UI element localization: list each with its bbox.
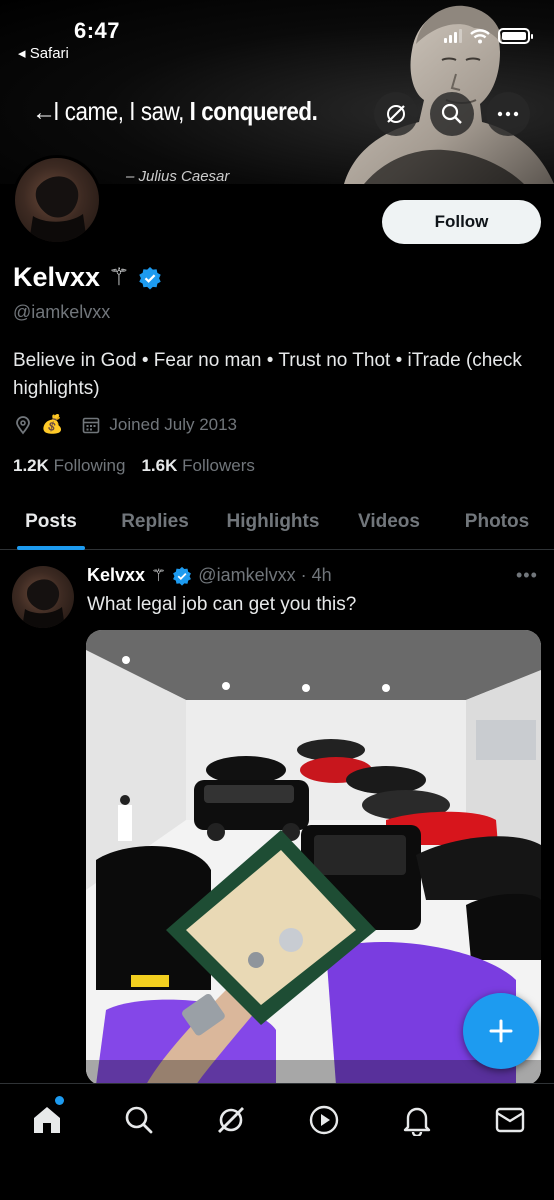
nav-messages[interactable] bbox=[490, 1100, 530, 1140]
notifications-icon bbox=[403, 1107, 431, 1136]
joined-date: Joined July 2013 bbox=[109, 414, 238, 434]
profile-tabs: Posts Replies Highlights Videos Photos bbox=[0, 494, 554, 550]
verified-badge-icon[interactable] bbox=[138, 266, 162, 290]
profile-meta: 💰 Joined July 2013 bbox=[13, 414, 237, 435]
battery-icon bbox=[498, 28, 533, 44]
caduceus-emoji: ⚚ bbox=[108, 264, 130, 291]
grok-button[interactable] bbox=[374, 92, 418, 136]
search-icon bbox=[125, 1106, 153, 1134]
post-author-name[interactable]: Kelvxx bbox=[87, 565, 145, 586]
banner-author: – Julius Caesar bbox=[126, 168, 230, 184]
tab-replies[interactable]: Replies bbox=[110, 494, 200, 550]
more-options-button[interactable] bbox=[486, 92, 530, 136]
location-icon bbox=[16, 415, 30, 434]
profile-bio: Believe in God • Fear no man • Trust no … bbox=[13, 350, 522, 399]
calendar-icon bbox=[83, 417, 100, 433]
nav-home[interactable] bbox=[27, 1100, 67, 1140]
avatar-image bbox=[29, 176, 87, 242]
post-author-avatar[interactable] bbox=[12, 566, 74, 628]
post-header: Kelvxx ⚚ @iamkelvxx · 4h bbox=[87, 565, 332, 586]
nav-search[interactable] bbox=[119, 1100, 159, 1140]
tab-posts[interactable]: Posts bbox=[16, 494, 86, 550]
grok-icon bbox=[387, 105, 405, 123]
tab-photos[interactable]: Photos bbox=[452, 494, 542, 550]
wifi-icon bbox=[470, 28, 490, 43]
profile-name-row: Kelvxx ⚚ bbox=[13, 262, 162, 293]
active-tab-indicator bbox=[17, 546, 85, 550]
bottom-nav bbox=[0, 1083, 554, 1200]
location-emoji: 💰 bbox=[41, 414, 64, 434]
post-text: What legal job can get you this? bbox=[87, 594, 357, 615]
messages-icon bbox=[495, 1107, 525, 1133]
status-icons bbox=[444, 28, 533, 44]
back-to-safari[interactable]: ◂ Safari bbox=[18, 44, 69, 62]
search-icon bbox=[441, 103, 462, 124]
follow-button[interactable]: Follow bbox=[382, 200, 541, 244]
avatar-image bbox=[22, 579, 65, 628]
tab-videos[interactable]: Videos bbox=[348, 494, 430, 550]
nav-notifications[interactable] bbox=[397, 1100, 437, 1140]
status-time: 6:47 bbox=[74, 18, 121, 43]
compose-post-button[interactable] bbox=[463, 993, 539, 1069]
home-icon bbox=[34, 1107, 60, 1133]
grok-icon bbox=[218, 1107, 244, 1133]
profile-banner[interactable]: 6:47 ◂ Safari ← I came, I saw, I conquer… bbox=[0, 0, 554, 184]
more-icon bbox=[497, 111, 519, 117]
search-profile-button[interactable] bbox=[430, 92, 474, 136]
nav-video[interactable] bbox=[304, 1100, 344, 1140]
verified-badge-icon[interactable] bbox=[172, 566, 192, 586]
video-icon bbox=[309, 1105, 339, 1135]
post-handle-time: @iamkelvxx · 4h bbox=[198, 565, 332, 585]
profile-handle: @iamkelvxx bbox=[13, 302, 111, 322]
tab-highlights[interactable]: Highlights bbox=[218, 494, 328, 550]
following-link[interactable]: 1.2K Following bbox=[13, 456, 125, 476]
caduceus-emoji: ⚚ bbox=[151, 565, 167, 585]
followers-link[interactable]: 1.6K Followers bbox=[141, 456, 254, 476]
nav-grok[interactable] bbox=[211, 1100, 251, 1140]
signal-icon bbox=[444, 29, 462, 43]
display-name: Kelvxx bbox=[13, 262, 101, 292]
banner-quote: I came, I saw, I conquered. bbox=[53, 96, 318, 126]
plus-icon bbox=[489, 1019, 513, 1043]
follow-stats: 1.2K Following 1.6K Followers bbox=[13, 456, 255, 476]
post-more-icon[interactable]: ••• bbox=[516, 565, 538, 586]
home-unread-dot bbox=[55, 1096, 64, 1105]
profile-avatar[interactable] bbox=[12, 155, 102, 245]
